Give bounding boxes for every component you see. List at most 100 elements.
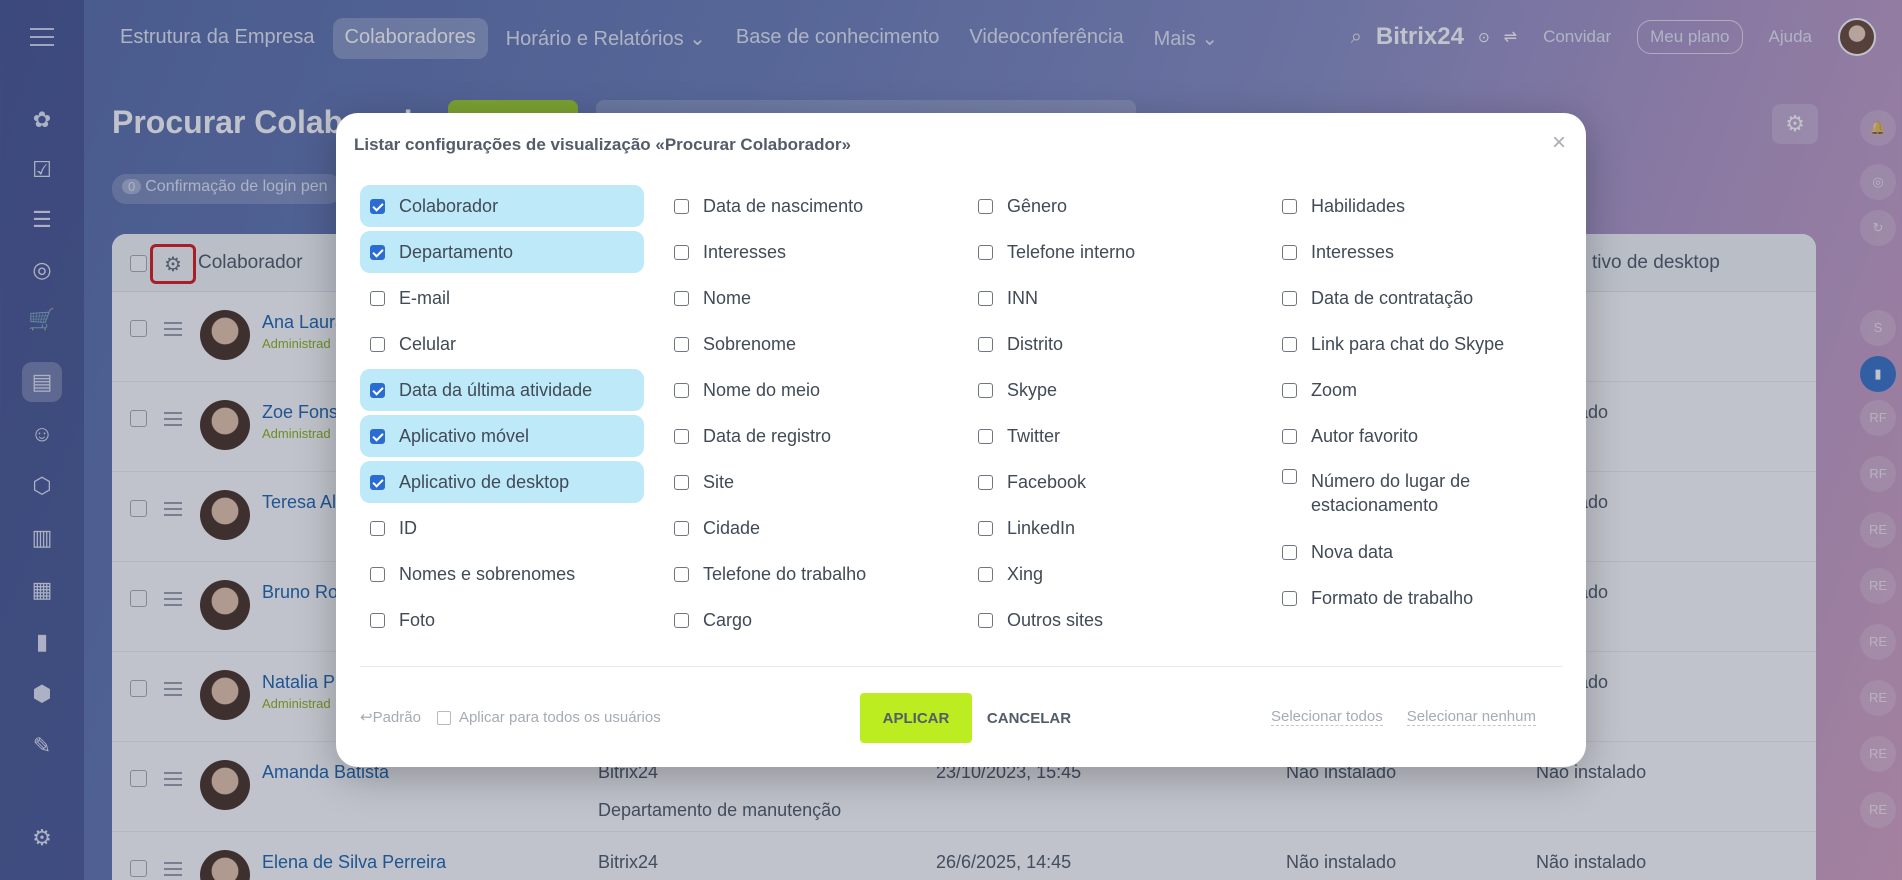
- column-option-checkbox[interactable]: [370, 244, 385, 260]
- column-option[interactable]: Link para chat do Skype: [1272, 323, 1556, 365]
- column-option[interactable]: Interesses: [1272, 231, 1556, 273]
- column-option[interactable]: Aplicativo móvel: [360, 415, 644, 457]
- column-option-label: Foto: [399, 610, 436, 630]
- column-option[interactable]: Outros sites: [968, 599, 1252, 641]
- column-option-checkbox[interactable]: [370, 612, 385, 628]
- column-option[interactable]: Gênero: [968, 185, 1252, 227]
- column-option-checkbox[interactable]: [1282, 290, 1297, 306]
- column-option[interactable]: Data de registro: [664, 415, 948, 457]
- column-option-checkbox[interactable]: [1282, 244, 1297, 260]
- column-option[interactable]: Xing: [968, 553, 1252, 595]
- column-option-checkbox[interactable]: [674, 612, 689, 628]
- column-option[interactable]: Interesses: [664, 231, 948, 273]
- column-option[interactable]: Cidade: [664, 507, 948, 549]
- reset-default-link[interactable]: ↩Padrão: [360, 708, 421, 726]
- column-option-checkbox[interactable]: [370, 474, 385, 490]
- column-option-label: Twitter: [1007, 426, 1061, 446]
- dialog-footer-left: ↩Padrão Aplicar para todos os usuários: [360, 708, 661, 727]
- column-option-checkbox[interactable]: [1282, 469, 1297, 484]
- column-option-label: Aplicativo de desktop: [399, 472, 570, 492]
- column-option-checkbox[interactable]: [370, 428, 385, 444]
- column-option[interactable]: Data de contratação: [1272, 277, 1556, 319]
- column-option[interactable]: Nova data: [1272, 531, 1556, 573]
- apply-button[interactable]: APLICAR: [860, 693, 972, 743]
- column-option-checkbox[interactable]: [1282, 382, 1297, 398]
- dialog-footer-right: Selecionar todos Selecionar nenhum: [1270, 708, 1536, 726]
- column-option-checkbox[interactable]: [674, 336, 689, 352]
- column-option[interactable]: Distrito: [968, 323, 1252, 365]
- select-none-link[interactable]: Selecionar nenhum: [1406, 708, 1536, 726]
- column-option-checkbox[interactable]: [1282, 544, 1297, 560]
- column-option-label: Skype: [1007, 380, 1058, 400]
- column-option[interactable]: E-mail: [360, 277, 644, 319]
- column-option-checkbox[interactable]: [370, 566, 385, 582]
- select-all-link[interactable]: Selecionar todos: [1270, 708, 1383, 726]
- column-option[interactable]: INN: [968, 277, 1252, 319]
- column-option-label: Telefone interno: [1007, 242, 1136, 262]
- column-option[interactable]: LinkedIn: [968, 507, 1252, 549]
- column-option-label: Interesses: [1311, 242, 1395, 262]
- column-option-checkbox[interactable]: [978, 566, 993, 582]
- column-option[interactable]: Departamento: [360, 231, 644, 273]
- column-option-checkbox[interactable]: [370, 520, 385, 536]
- column-option-checkbox[interactable]: [674, 290, 689, 306]
- column-option[interactable]: ID: [360, 507, 644, 549]
- divider: [360, 666, 1562, 667]
- column-option-checkbox[interactable]: [1282, 590, 1297, 606]
- apply-all-users-checkbox[interactable]: [436, 710, 451, 725]
- column-option-checkbox[interactable]: [978, 612, 993, 628]
- column-option[interactable]: Facebook: [968, 461, 1252, 503]
- column-option[interactable]: Site: [664, 461, 948, 503]
- column-option-checkbox[interactable]: [674, 428, 689, 444]
- column-option[interactable]: Celular: [360, 323, 644, 365]
- column-option[interactable]: Nomes e sobrenomes: [360, 553, 644, 595]
- column-option-checkbox[interactable]: [674, 198, 689, 214]
- column-option[interactable]: Nome do meio: [664, 369, 948, 411]
- column-option-checkbox[interactable]: [370, 290, 385, 306]
- cancel-button[interactable]: CANCELAR: [986, 693, 1072, 743]
- close-icon[interactable]: ×: [1552, 129, 1566, 157]
- column-option-label: ID: [399, 518, 417, 538]
- column-option-checkbox[interactable]: [674, 244, 689, 260]
- column-option[interactable]: Cargo: [664, 599, 948, 641]
- column-option[interactable]: Aplicativo de desktop: [360, 461, 644, 503]
- column-option[interactable]: Nome: [664, 277, 948, 319]
- column-option[interactable]: Sobrenome: [664, 323, 948, 365]
- column-option[interactable]: Formato de trabalho: [1272, 577, 1556, 619]
- column-option-checkbox[interactable]: [978, 428, 993, 444]
- column-option[interactable]: Twitter: [968, 415, 1252, 457]
- column-option-checkbox[interactable]: [1282, 198, 1297, 214]
- column-option-checkbox[interactable]: [674, 566, 689, 582]
- column-option-label: Nome do meio: [703, 380, 821, 400]
- column-option-checkbox[interactable]: [370, 336, 385, 352]
- column-option[interactable]: Telefone interno: [968, 231, 1252, 273]
- column-option-checkbox[interactable]: [674, 474, 689, 490]
- column-option-checkbox[interactable]: [370, 198, 385, 214]
- column-option-label: Nova data: [1311, 542, 1394, 562]
- column-option-label: Data de contratação: [1311, 288, 1474, 308]
- column-option-checkbox[interactable]: [978, 198, 993, 214]
- column-option[interactable]: Zoom: [1272, 369, 1556, 411]
- column-option-checkbox[interactable]: [978, 244, 993, 260]
- column-option[interactable]: Telefone do trabalho: [664, 553, 948, 595]
- column-option[interactable]: Data da última atividade: [360, 369, 644, 411]
- apply-all-users-option[interactable]: Aplicar para todos os usuários: [436, 709, 661, 726]
- column-option-checkbox[interactable]: [978, 336, 993, 352]
- column-option-checkbox[interactable]: [674, 520, 689, 536]
- column-option-checkbox[interactable]: [1282, 336, 1297, 352]
- column-option[interactable]: Número do lugar de estacionamento: [1272, 461, 1556, 525]
- column-option-checkbox[interactable]: [978, 290, 993, 306]
- column-option-checkbox[interactable]: [978, 382, 993, 398]
- column-option-checkbox[interactable]: [978, 474, 993, 490]
- column-option[interactable]: Skype: [968, 369, 1252, 411]
- column-option-checkbox[interactable]: [1282, 428, 1297, 444]
- column-option-checkbox[interactable]: [674, 382, 689, 398]
- column-option[interactable]: Autor favorito: [1272, 415, 1556, 457]
- column-option-checkbox[interactable]: [370, 382, 385, 398]
- column-option[interactable]: Habilidades: [1272, 185, 1556, 227]
- column-option-label: Celular: [399, 334, 457, 354]
- column-option-checkbox[interactable]: [978, 520, 993, 536]
- column-option[interactable]: Foto: [360, 599, 644, 641]
- column-option[interactable]: Data de nascimento: [664, 185, 948, 227]
- column-option[interactable]: Colaborador: [360, 185, 644, 227]
